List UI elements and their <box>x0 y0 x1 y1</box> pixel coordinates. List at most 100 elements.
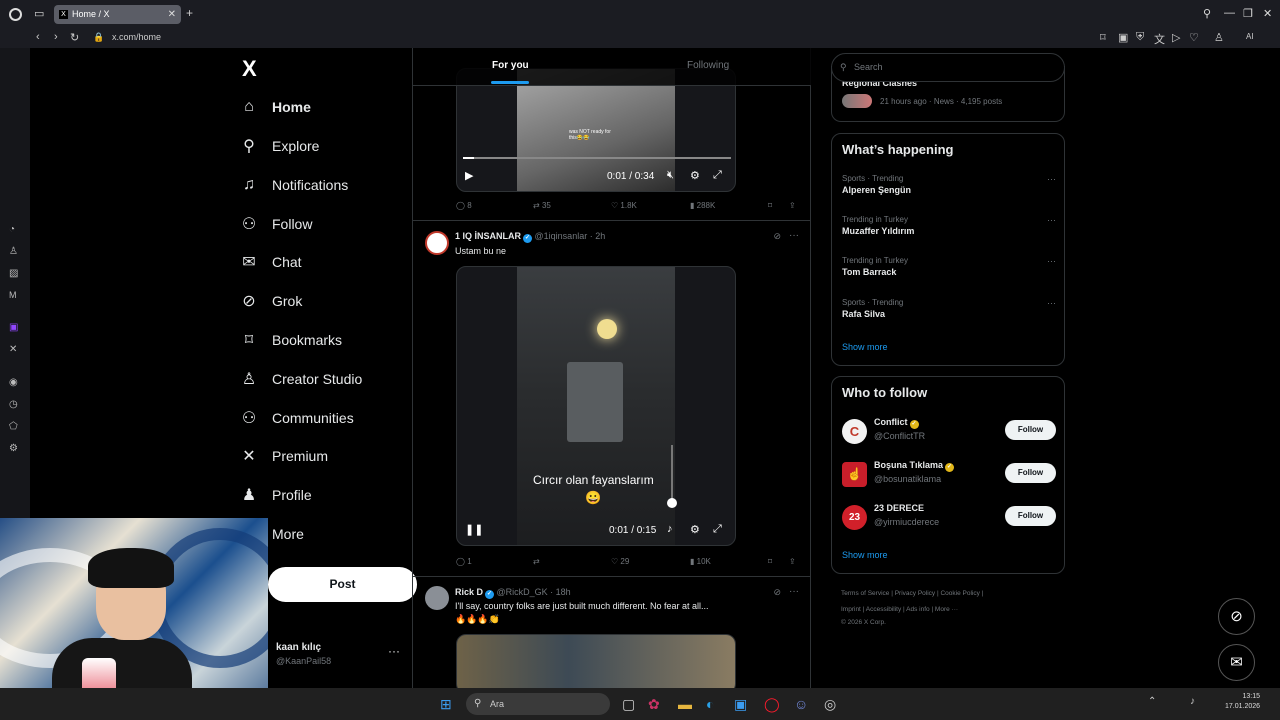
trend-more-icon[interactable]: ··· <box>1047 174 1056 184</box>
tray-chevron-icon[interactable]: ⌃ <box>1148 696 1156 707</box>
views-button[interactable]: ▮ 10K <box>690 557 711 566</box>
video-player[interactable]: was NOT ready for this😂😂 ▶ 0:01 / 0:34 🔇… <box>456 68 736 192</box>
avatar[interactable]: ☝ <box>842 462 867 487</box>
copilot-icon[interactable]: ✿ <box>648 696 660 713</box>
video-progress[interactable] <box>463 157 731 159</box>
share-button[interactable]: ⇪ <box>789 201 796 210</box>
post-button[interactable]: Post <box>268 567 417 602</box>
nav-bookmarks[interactable]: ⌑ Bookmarks <box>240 325 342 355</box>
trend-item[interactable]: Sports · Trending Alperen Şengün ··· <box>842 174 1056 195</box>
sidebar-twitch-icon[interactable]: ▣ <box>9 322 18 333</box>
reply-button[interactable]: ◯ 1 <box>456 557 472 566</box>
search-input[interactable]: ⚲ Search <box>831 53 1065 82</box>
volume-icon[interactable]: ♪ <box>667 523 673 535</box>
tweet-author[interactable]: Rick D ✓ @RickD_GK · 18h <box>455 587 571 599</box>
nav-profile[interactable]: ♟ Profile <box>240 480 312 510</box>
heart-icon[interactable]: ♡ <box>1189 31 1199 44</box>
sidebar-flow-icon[interactable]: ▨ <box>9 268 18 279</box>
follow-button[interactable]: Follow <box>1005 420 1056 440</box>
forward-icon[interactable]: › <box>54 31 58 43</box>
pause-icon[interactable]: ❚❚ <box>465 523 483 536</box>
trend-item[interactable]: Sports · Trending Rafa Silva ··· <box>842 298 1056 319</box>
avatar[interactable] <box>425 586 449 610</box>
nav-home[interactable]: ⌂ Home <box>240 92 311 122</box>
follow-suggestion[interactable]: 23 23 DERECE @yirmiucderece Follow <box>842 501 1056 533</box>
bookmark-button[interactable]: ⌑ <box>768 557 772 566</box>
settings-icon[interactable]: ⚙ <box>690 523 700 536</box>
reply-button[interactable]: ◯ 8 <box>456 201 472 210</box>
trend-more-icon[interactable]: ··· <box>1047 256 1056 266</box>
tweet[interactable]: Rick D ✓ @RickD_GK · 18h ⊘ ··· I'll say, … <box>413 576 811 688</box>
trend-more-icon[interactable]: ··· <box>1047 298 1056 308</box>
play-icon[interactable]: ▶ <box>465 169 473 182</box>
volume-slider[interactable] <box>671 445 673 503</box>
messages-fab[interactable]: ✉ <box>1218 644 1255 681</box>
trend-item[interactable]: Trending in Turkey Tom Barrack ··· <box>842 256 1056 277</box>
store-icon[interactable]: ▣ <box>734 696 747 713</box>
file-explorer-icon[interactable]: ▬ <box>678 696 692 712</box>
tweet-author[interactable]: 1 IQ İNSANLAR ✓ @1iqinsanlar · 2h <box>455 231 605 243</box>
nav-creator-studio[interactable]: ♙ Creator Studio <box>240 364 362 394</box>
nav-grok[interactable]: ⊘ Grok <box>240 286 302 316</box>
tweet-image[interactable] <box>456 634 736 688</box>
account-switcher[interactable]: kaan kılıç @KaanPail58 ··· <box>276 642 416 666</box>
minimize-icon[interactable]: — <box>1224 7 1235 19</box>
task-view-icon[interactable]: ▢ <box>622 696 635 713</box>
trend-more-icon[interactable]: ··· <box>1047 215 1056 225</box>
sidebar-m-icon[interactable]: M <box>9 290 17 300</box>
tab-close-icon[interactable]: ✕ <box>168 5 176 24</box>
opera-logo-icon[interactable] <box>9 8 22 21</box>
account-more-icon[interactable]: ··· <box>388 644 400 658</box>
app-icon[interactable]: ◎ <box>824 696 836 713</box>
taskbar-search[interactable]: ⚲ Ara <box>466 693 610 715</box>
avatar[interactable]: 23 <box>842 505 867 530</box>
grok-icon[interactable]: ⊘ <box>773 587 781 598</box>
translate-icon[interactable]: 文 <box>1154 31 1165 47</box>
taskbar-clock[interactable]: 13:15 17.01.2026 <box>1225 692 1260 712</box>
window-close-icon[interactable]: ✕ <box>1263 7 1272 20</box>
settings-icon[interactable]: ⚙ <box>690 169 700 182</box>
follow-button[interactable]: Follow <box>1005 506 1056 526</box>
avatar[interactable]: C <box>842 419 867 444</box>
nav-notifications[interactable]: ♫ Notifications <box>240 170 348 200</box>
trend-item[interactable]: Trending in Turkey Muzaffer Yıldırım ··· <box>842 215 1056 236</box>
nav-explore[interactable]: ⚲ Explore <box>240 131 319 161</box>
nav-follow[interactable]: ⚇ Follow <box>240 209 313 239</box>
sidebar-player-icon[interactable]: ◉ <box>9 377 18 388</box>
tab-for-you[interactable]: For you <box>492 60 529 71</box>
sidebar-extensions-icon[interactable]: ⬠ <box>9 421 18 432</box>
follow-button[interactable]: Follow <box>1005 463 1056 483</box>
sidebar-x-icon[interactable]: ✕ <box>9 344 17 355</box>
tweet[interactable]: 1 IQ İNSANLAR ✓ @1iqinsanlar · 2h ⊘ ··· U… <box>413 220 811 576</box>
mute-icon[interactable]: 🔇︎ <box>667 169 674 182</box>
like-button[interactable]: ♡ 1.8K <box>611 201 637 210</box>
like-button[interactable]: ♡ 29 <box>611 557 629 566</box>
sidebar-clock-icon[interactable]: ◷ <box>9 399 18 410</box>
footer-row[interactable]: Imprint | Accessibility | Ads info | Mor… <box>841 602 1061 618</box>
new-tab-button[interactable]: + <box>186 6 193 20</box>
sidebar-history-icon[interactable]: ◔ <box>9 224 15 235</box>
fullscreen-icon[interactable]: ⤢ <box>713 169 722 182</box>
bookmark-page-icon[interactable]: ⌑ <box>1100 31 1106 44</box>
follow-suggestion[interactable]: ☝ Boşuna Tıklama ✓ @bosunatiklama Follow <box>842 458 1056 490</box>
x-logo[interactable]: X <box>242 56 257 82</box>
views-button[interactable]: ▮ 288K <box>690 201 715 210</box>
opera-taskbar-icon[interactable]: ◯ <box>764 696 780 713</box>
repost-button[interactable]: ⇄ <box>533 557 540 566</box>
follow-suggestion[interactable]: C Conflict ✓ @ConflictTR Follow <box>842 415 1056 447</box>
volume-handle[interactable] <box>667 498 677 508</box>
follow-show-more[interactable]: Show more <box>842 550 888 560</box>
tweet-more-icon[interactable]: ··· <box>789 230 799 241</box>
reload-icon[interactable]: ↻ <box>70 31 79 44</box>
edge-icon[interactable]: ◐ <box>706 696 714 712</box>
footer-row[interactable]: Terms of Service | Privacy Policy | Cook… <box>841 586 1061 602</box>
search-tabs-icon[interactable]: ⚲ <box>1203 7 1211 20</box>
tweet-more-icon[interactable]: ··· <box>789 586 799 597</box>
ai-button[interactable]: AI <box>1246 32 1254 41</box>
play-icon[interactable]: ▷ <box>1172 31 1180 44</box>
volume-tray-icon[interactable]: ♪ <box>1190 696 1195 707</box>
bookmark-button[interactable]: ⌑ <box>768 201 772 210</box>
repost-button[interactable]: ⇄ 35 <box>533 201 551 210</box>
tab-list-icon[interactable]: ▭ <box>34 7 44 20</box>
account-icon[interactable]: ♙ <box>1214 31 1224 44</box>
